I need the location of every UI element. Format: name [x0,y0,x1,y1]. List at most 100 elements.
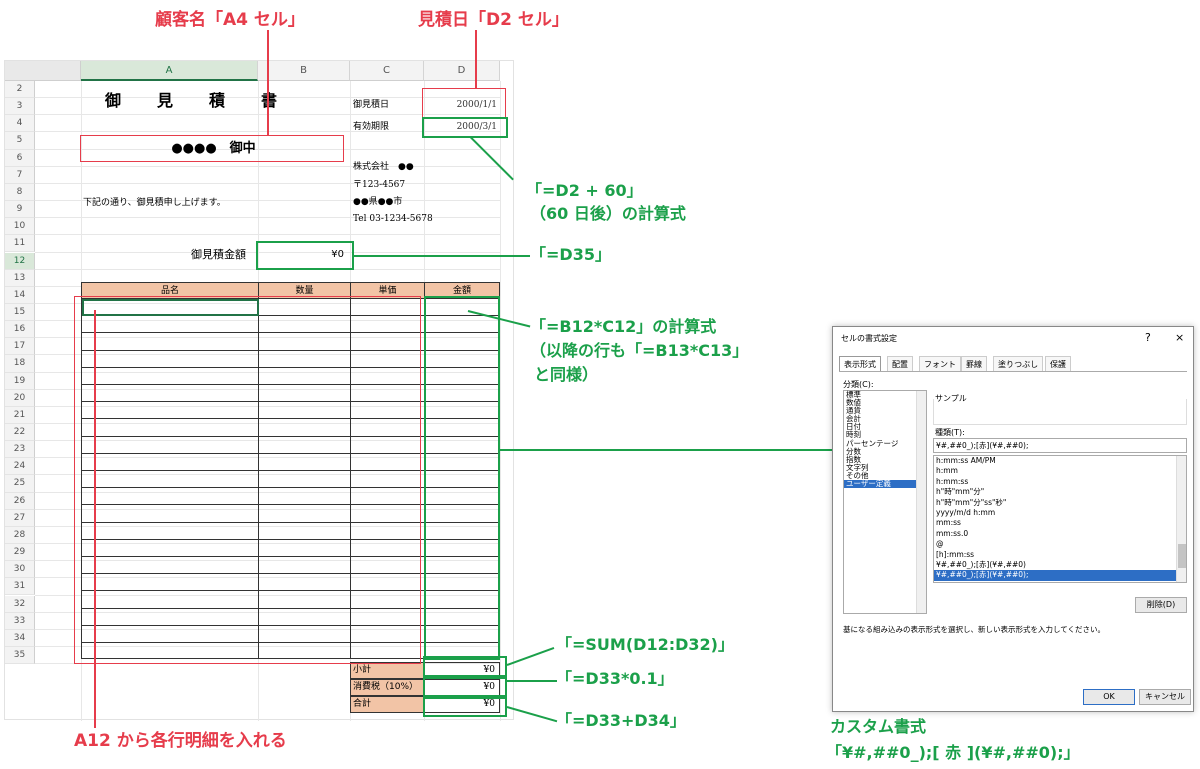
row-header[interactable]: 34 [5,629,35,647]
sample-frame [933,399,1187,425]
tab-fill[interactable]: 塗りつぶし [993,356,1044,371]
category-scrollbar[interactable] [916,391,926,613]
column-header-a[interactable]: A [81,61,258,81]
row-header[interactable]: 19 [5,372,35,390]
select-all-corner[interactable] [5,61,81,81]
format-item[interactable]: ¥#,##0_);[赤](¥#,##0); [934,570,1186,581]
d33-formula-annotation: 「=SUM(D12:D32)」 [556,635,734,654]
row-header[interactable]: 13 [5,269,35,287]
a12-note-annotation: A12 から各行明細を入れる [74,731,287,751]
type-input[interactable]: ¥#,##0_);[赤](¥#,##0); [933,438,1187,453]
format-item[interactable]: @ [934,539,1186,549]
row-header[interactable]: 15 [5,303,35,322]
custom-format-annotation: カスタム書式 [830,717,927,736]
row-header[interactable]: 28 [5,526,35,545]
dialog-hint: 基になる組み込みの表示形式を選択し、新しい表示形式を入力してください。 [843,625,1106,634]
row-header[interactable]: 11 [5,235,35,253]
row-header[interactable]: 10 [5,218,35,236]
column-header-b[interactable]: B [258,61,350,81]
close-icon[interactable]: × [1175,331,1184,344]
cancel-button[interactable]: キャンセル [1139,689,1191,705]
row-header[interactable]: 26 [5,492,35,510]
row-header[interactable]: 27 [5,509,35,527]
row-header[interactable]: 4 [5,115,35,133]
row-header[interactable]: 29 [5,544,35,562]
format-item[interactable]: mm:ss [934,518,1186,528]
total-highlight-box [256,241,354,270]
tab-protection[interactable]: 保護 [1045,356,1071,371]
column-header-d[interactable]: D [424,61,500,81]
row-header[interactable]: 18 [5,355,35,373]
ok-button[interactable]: OK [1083,689,1135,705]
d12-formula-note: （以降の行も「=B13*C13」 [530,341,749,360]
row-header[interactable]: 20 [5,389,35,407]
format-scrollbar[interactable] [1176,456,1186,582]
subtotal-label: 小計 [350,662,425,679]
row-header[interactable]: 2 [5,81,35,99]
category-item[interactable]: ユーザー定義 [844,479,926,489]
tab-border[interactable]: 罫線 [961,356,987,371]
customer-highlight-box [80,135,344,162]
d12-formula-note-2: と同様） [534,365,599,384]
row-header[interactable]: 8 [5,183,35,202]
row-gridline [35,182,501,184]
format-pointer-line [500,449,832,451]
grand-total-pointer-line [506,706,558,723]
help-button[interactable]: ? [1145,331,1151,344]
tab-number[interactable]: 表示形式 [839,356,881,371]
row-header[interactable]: 32 [5,595,35,613]
d35-formula-annotation: 「=D33+D34」 [556,711,686,730]
grand-total-highlight-box [423,697,507,717]
row-header[interactable]: 5 [5,132,35,150]
format-cells-dialog: セルの書式設定 ? × 表示形式 配置 フォント 罫線 塗りつぶし 保護 分類(… [832,326,1194,712]
category-list[interactable]: 標準 数値 通貨 会計 日付 時刻 パーセンテージ 分数 指数 文字列 その他 ユーザー定義 [843,390,927,614]
format-item[interactable]: h"時"mm"分" [934,487,1186,497]
format-item[interactable]: [h]:mm:ss [934,550,1186,560]
row-header[interactable]: 25 [5,475,35,493]
d34-formula-annotation: 「=D33*0.1」 [556,669,674,688]
row-header[interactable]: 17 [5,338,35,356]
row-header[interactable]: 31 [5,578,35,596]
tax-label: 消費税（10%） [350,679,425,696]
format-item[interactable]: ¥#,##0_);[赤](¥#,##0) [934,560,1186,570]
customer-pointer-line [267,30,269,135]
total-label: 御見積金額 [191,248,246,261]
format-item[interactable]: h:mm:ss AM/PM [934,456,1186,466]
quote-date-label: 御見積日 [353,100,390,110]
company-address: ●●県●●市 [353,197,403,207]
row-header[interactable]: 35 [5,646,35,665]
row-header[interactable]: 3 [5,98,35,116]
format-item[interactable]: h:mm [934,466,1186,476]
type-label: 種類(T): [935,428,965,437]
row-header[interactable]: 12 [5,252,35,270]
format-list[interactable]: h:mm:ss AM/PM h:mm h:mm:ss h"時"mm"分" h"時"mm"… [933,455,1187,583]
delete-button[interactable]: 削除(D) [1135,597,1187,613]
format-item[interactable]: yyyy/m/d h:mm [934,508,1186,518]
format-item[interactable]: h:mm:ss [934,477,1186,487]
row-header[interactable]: 24 [5,458,35,476]
column-header-c[interactable]: C [350,61,424,81]
quote-date-pointer-line [475,30,477,88]
detail-rows-highlight-box [74,296,421,664]
format-item[interactable]: mm:ss.0 [934,529,1186,539]
format-item[interactable]: h"時"mm"分"ss"秒" [934,498,1186,508]
row-header[interactable]: 9 [5,201,35,219]
tab-font[interactable]: フォント [919,356,961,371]
row-header[interactable]: 7 [5,166,35,184]
tax-pointer-line [507,680,557,682]
quote-date-annotation: 見積日「D2 セル」 [418,10,569,30]
category-label: 分類(C): [843,380,874,389]
row-header[interactable]: 30 [5,561,35,579]
row-header[interactable]: 22 [5,424,35,442]
customer-cell-annotation: 顧客名「A4 セル」 [155,10,305,30]
row-header[interactable]: 33 [5,612,35,630]
row-header[interactable]: 14 [5,286,35,304]
row-header[interactable]: 21 [5,406,35,424]
grand-total-label: 合計 [350,696,425,713]
tab-alignment[interactable]: 配置 [887,356,913,371]
row-header[interactable]: 16 [5,321,35,339]
format-scrollbar-thumb[interactable] [1178,544,1186,568]
row-header[interactable]: 6 [5,149,35,167]
row-header[interactable]: 23 [5,441,35,459]
custom-format-code: 「¥#,##0_);[ 赤 ](¥#,##0);」 [826,743,1080,762]
